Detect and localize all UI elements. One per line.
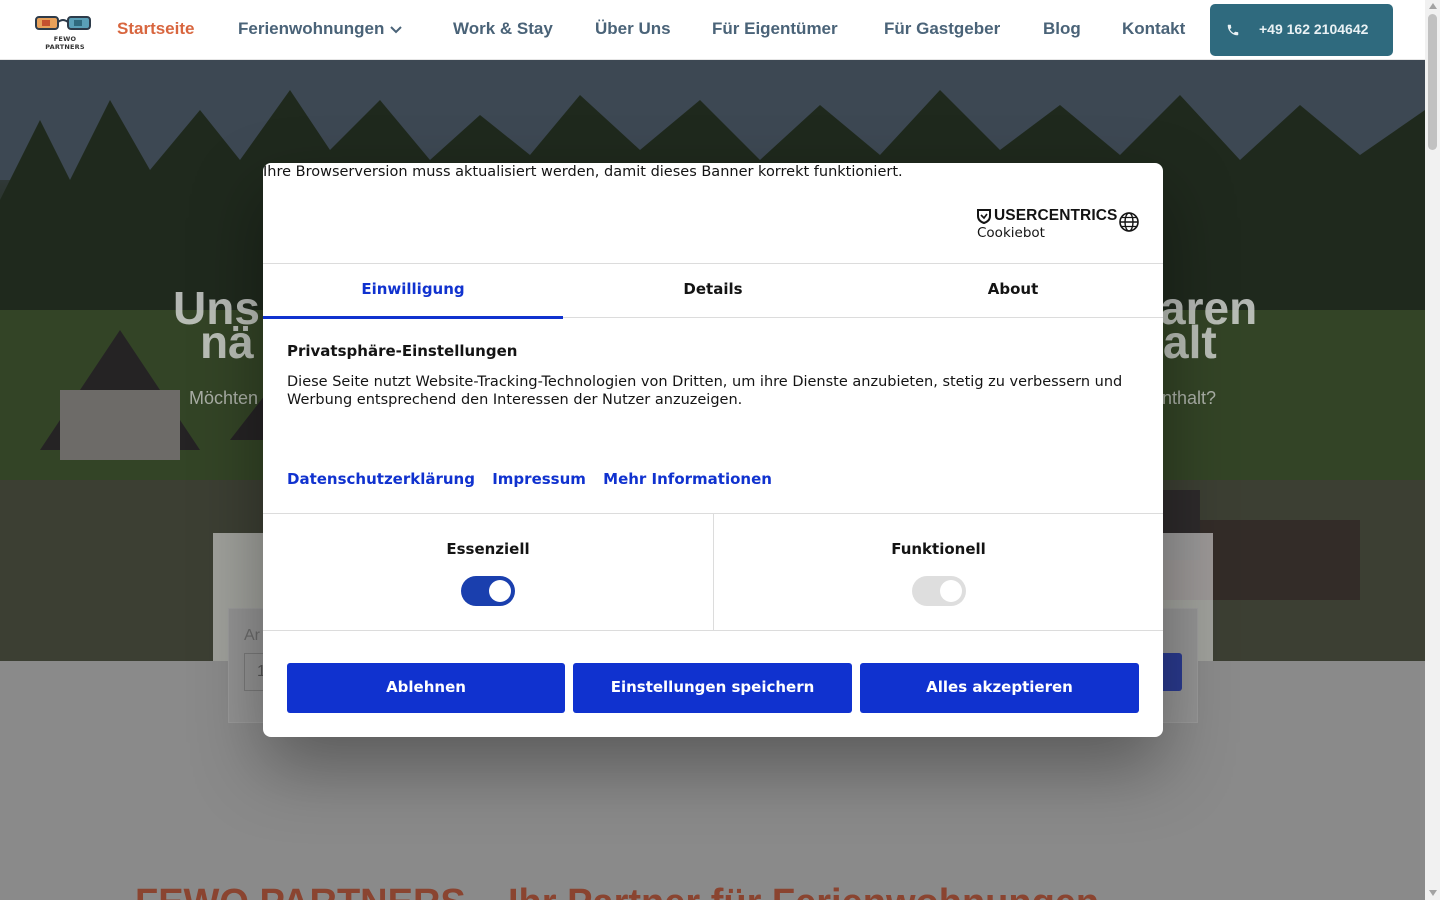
browser-warning: Ihre Browserversion muss aktualisiert we… (263, 164, 903, 180)
usercentrics-logo: USERCENTRICS Cookiebot (977, 207, 1118, 241)
accept-all-button[interactable]: Alles akzeptieren (860, 663, 1139, 713)
nav-ferienwohnungen-label: Ferienwohnungen (238, 19, 385, 38)
phone-icon (1227, 24, 1239, 36)
cookie-consent-dialog: Ihre Browserversion muss aktualisiert we… (263, 163, 1163, 737)
site-header: FEWO PARTNERS Startseite Ferienwohnungen… (0, 0, 1425, 60)
phone-number: +49 162 2104642 (1259, 21, 1369, 37)
scroll-up-arrow-icon[interactable] (1429, 3, 1437, 9)
consent-funktionell: Funktionell (713, 514, 1163, 631)
chevron-down-icon (390, 25, 403, 33)
scrollbar-thumb[interactable] (1428, 14, 1437, 150)
link-mehr-informationen[interactable]: Mehr Informationen (603, 470, 772, 488)
tab-details[interactable]: Details (563, 264, 863, 318)
privacy-title: Privatsphäre-Einstellungen (287, 342, 518, 360)
consent-essenziell: Essenziell (263, 514, 713, 631)
funktionell-toggle[interactable] (912, 576, 966, 606)
shield-icon (977, 208, 991, 224)
link-impressum[interactable]: Impressum (492, 470, 586, 488)
page-scrollbar[interactable] (1425, 0, 1440, 900)
nav-kontakt[interactable]: Kontakt (1122, 19, 1185, 39)
consent-essenziell-label: Essenziell (446, 540, 530, 558)
brand-sub: Cookiebot (977, 225, 1045, 241)
tab-einwilligung[interactable]: Einwilligung (263, 264, 563, 319)
essenziell-toggle (461, 576, 515, 606)
globe-icon[interactable] (1118, 211, 1140, 233)
privacy-text: Diese Seite nutzt Website-Tracking-Techn… (287, 374, 1123, 408)
nav-work-stay[interactable]: Work & Stay (453, 19, 553, 39)
toggle-knob (940, 580, 962, 602)
nav-fuer-eigentuemer[interactable]: Für Eigentümer (712, 19, 838, 39)
save-settings-button[interactable]: Einstellungen speichern (573, 663, 852, 713)
deny-button[interactable]: Ablehnen (287, 663, 565, 713)
toggle-knob (489, 580, 511, 602)
nav-startseite[interactable]: Startseite (117, 19, 194, 39)
consent-funktionell-label: Funktionell (891, 540, 986, 558)
tab-about[interactable]: About (863, 264, 1163, 318)
consent-categories: Essenziell Funktionell (263, 513, 1163, 631)
nav-blog[interactable]: Blog (1043, 19, 1081, 39)
logo-glasses-icon (35, 16, 91, 30)
consent-tabs: Einwilligung Details About (263, 263, 1163, 319)
phone-button[interactable]: +49 162 2104642 (1210, 4, 1393, 56)
nav-ueber-uns[interactable]: Über Uns (595, 19, 671, 39)
scroll-down-arrow-icon[interactable] (1429, 890, 1437, 896)
brand-name: USERCENTRICS (994, 207, 1118, 224)
section-heading: FEWO PARTNERS – Ihr Partner für Ferienwo… (135, 882, 1099, 900)
nav-ferienwohnungen[interactable]: Ferienwohnungen (238, 19, 403, 39)
policy-links: Datenschutzerklärung Impressum Mehr Info… (287, 470, 784, 488)
tab-einwilligung-label: Einwilligung (361, 280, 465, 298)
search-label: Ar (244, 627, 260, 644)
active-tab-indicator (263, 316, 563, 319)
site-logo[interactable]: FEWO PARTNERS (33, 14, 97, 51)
nav-fuer-gastgeber[interactable]: Für Gastgeber (884, 19, 1000, 39)
link-datenschutz[interactable]: Datenschutzerklärung (287, 470, 475, 488)
logo-text: FEWO PARTNERS (45, 35, 85, 51)
